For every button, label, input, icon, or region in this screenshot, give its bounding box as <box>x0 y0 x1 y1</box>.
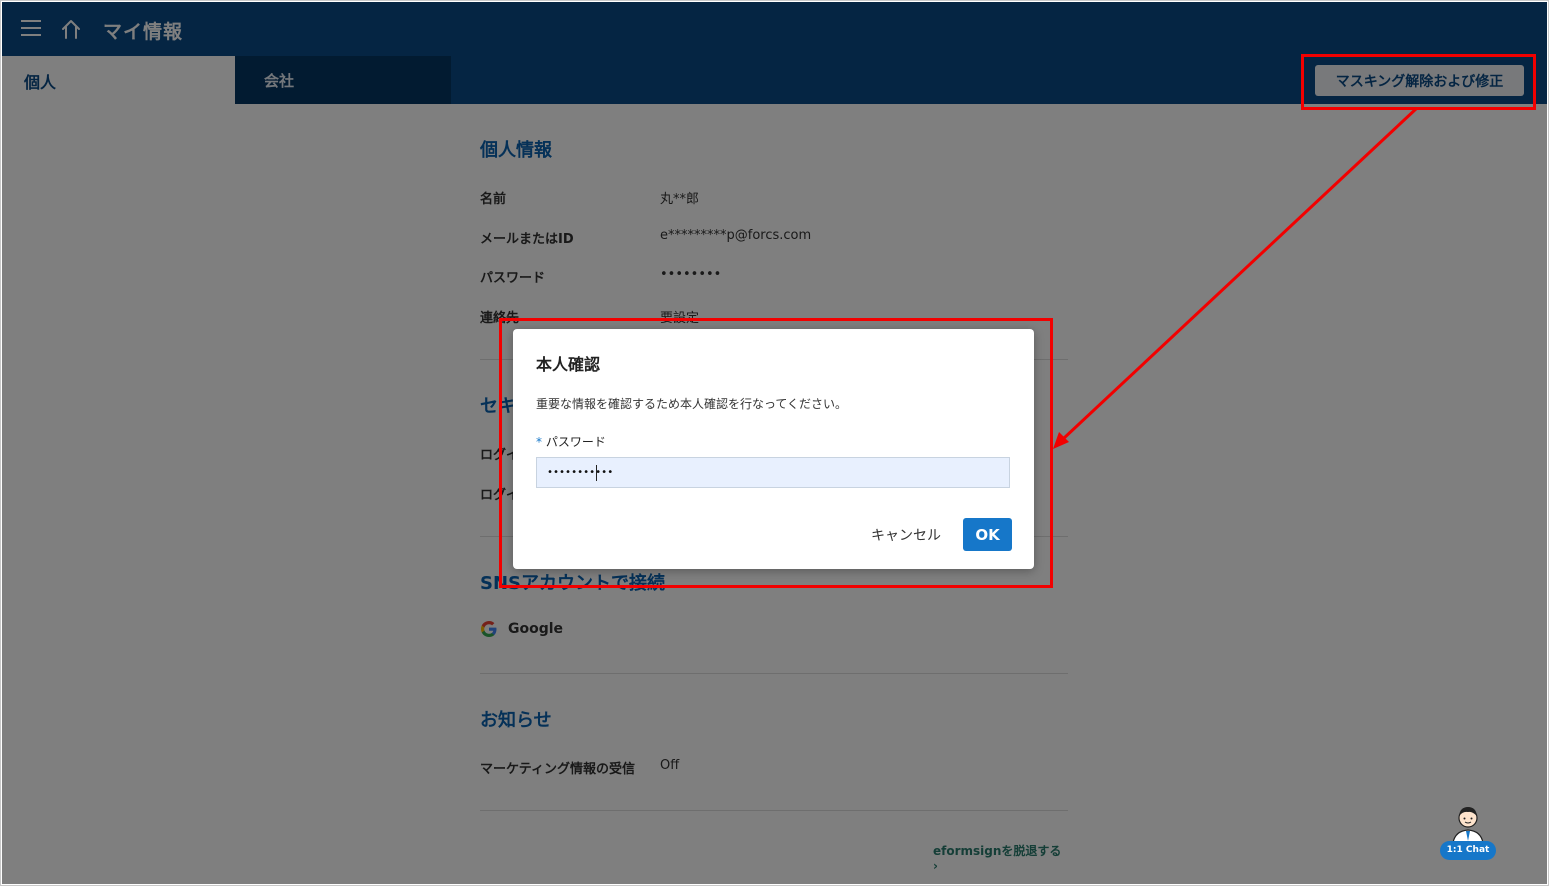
app-window: マイ情報 個人 会社 マスキング解除および修正 個人情報 名前 丸**郎 メール… <box>0 0 1549 886</box>
chat-badge: 1:1 Chat <box>1440 841 1496 860</box>
support-agent-icon <box>1452 807 1484 843</box>
highlight-unmask-button <box>1301 54 1536 110</box>
highlight-dialog <box>499 318 1053 588</box>
chat-widget[interactable]: 1:1 Chat <box>1439 803 1497 861</box>
